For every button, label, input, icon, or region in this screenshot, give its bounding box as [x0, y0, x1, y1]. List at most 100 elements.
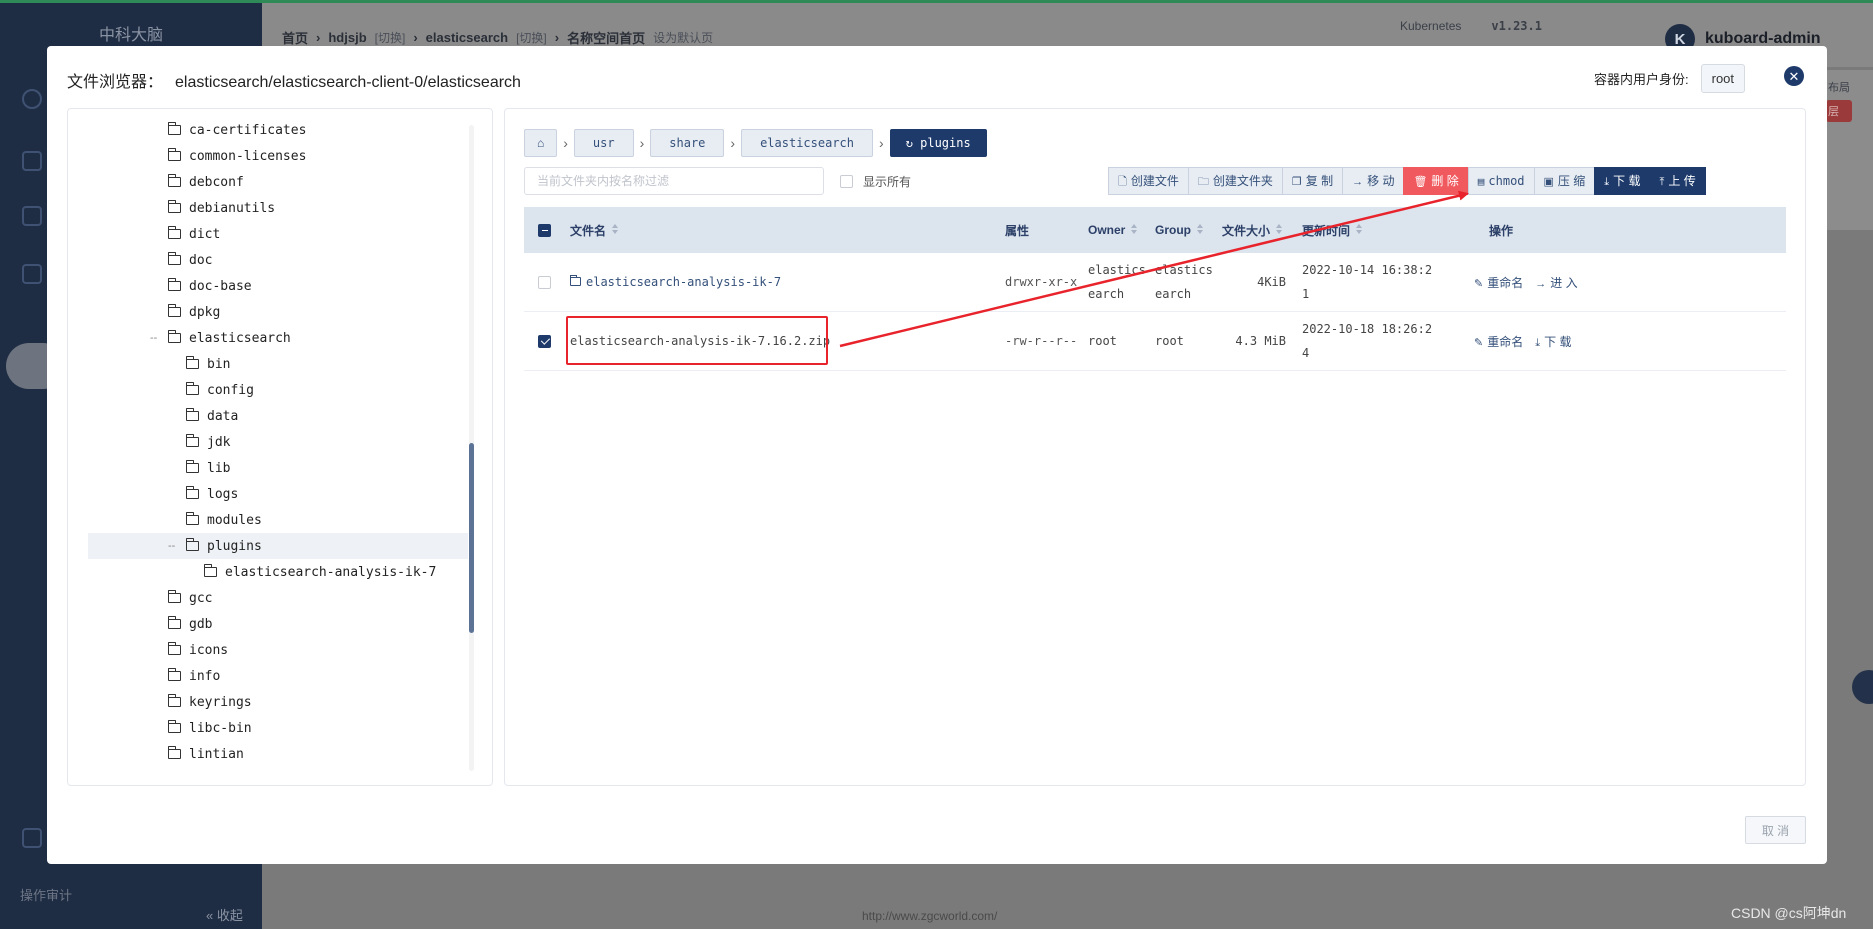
sidebar-item-audit[interactable]: 操作审计	[20, 885, 72, 904]
crumb-elasticsearch[interactable]: elasticsearch	[741, 129, 873, 157]
folder-icon	[168, 720, 181, 733]
tree-node[interactable]: debconf	[68, 169, 468, 195]
settings-icon[interactable]	[22, 89, 42, 109]
file-toolbar: 🗋 创建文件 🗀 创建文件夹 ❐ 复 制 → 移 动 🗑 删 除 ▤ chmod ▣ 压 缩 …	[1108, 167, 1706, 195]
chmod-button[interactable]: ▤ chmod	[1467, 167, 1535, 195]
row-checkbox[interactable]	[538, 275, 551, 289]
download-file-button[interactable]: ⤓ 下 载	[1535, 333, 1571, 350]
row-group: root	[1155, 334, 1184, 348]
name-filter-input[interactable]	[524, 167, 824, 195]
tree-scrollbar[interactable]	[469, 125, 474, 771]
tree-node[interactable]: logs	[68, 481, 468, 507]
crumb-usr[interactable]: usr	[573, 129, 634, 157]
crumb-switch[interactable]: [切换]	[375, 29, 406, 46]
folder-icon	[168, 278, 181, 291]
row-checkbox[interactable]	[538, 334, 551, 348]
apps-icon[interactable]	[22, 264, 42, 284]
tree-node[interactable]: info	[68, 663, 468, 689]
enter-button[interactable]: → 进 入	[1535, 274, 1577, 291]
show-all-toggle[interactable]: 显示所有	[840, 173, 911, 190]
crumb-namespace[interactable]: elasticsearch	[426, 30, 508, 45]
home-icon[interactable]: ⌂	[524, 129, 558, 157]
sidebar-collapse-button[interactable]: « 收起	[206, 905, 243, 924]
col-mtime[interactable]: 更新时间	[1302, 207, 1363, 253]
tree-node[interactable]: doc-base	[68, 273, 468, 299]
folder-icon	[186, 486, 199, 499]
tree-node-label: modules	[207, 513, 262, 528]
tree-node[interactable]: lintian	[68, 741, 468, 767]
crumb-share[interactable]: share	[650, 129, 725, 157]
tree-node[interactable]: common-licenses	[68, 143, 468, 169]
download-button[interactable]: ⤓ 下 载	[1594, 167, 1651, 195]
tree-node[interactable]: -- plugins	[88, 533, 468, 559]
tree-node[interactable]: gdb	[68, 611, 468, 637]
sort-icon[interactable]	[1131, 224, 1138, 236]
tree-node[interactable]: dict	[68, 221, 468, 247]
copy-icon: ❐	[1291, 176, 1302, 188]
compress-button[interactable]: ▣ 压 缩	[1533, 167, 1596, 195]
tree-node[interactable]: lib	[68, 455, 468, 481]
storage-icon[interactable]	[22, 206, 42, 226]
delete-button[interactable]: 🗑 删 除	[1403, 167, 1469, 195]
create-folder-button[interactable]: 🗀 创建文件夹	[1187, 167, 1283, 195]
cancel-button[interactable]: 取 消	[1745, 816, 1806, 844]
set-default-link[interactable]: 设为默认页	[653, 29, 713, 46]
tree-node-label: lintian	[189, 747, 244, 762]
tree-scroll-thumb[interactable]	[469, 443, 474, 633]
table-header: 文件名 属性 Owner Group 文件大小 更新时间 操作	[524, 207, 1786, 253]
move-button[interactable]: → 移 动	[1342, 167, 1405, 195]
col-group[interactable]: Group	[1155, 207, 1204, 253]
tree-node[interactable]: bin	[68, 351, 468, 377]
select-all-checkbox[interactable]	[538, 223, 551, 237]
crumb-current-plugins[interactable]: ↻ plugins	[889, 129, 987, 157]
create-file-button[interactable]: 🗋 创建文件	[1108, 167, 1189, 195]
close-icon[interactable]: ✕	[1784, 66, 1804, 86]
tree-node[interactable]: libc-bin	[68, 715, 468, 741]
row-filename[interactable]: elasticsearch-analysis-ik-7.16.2.zip	[570, 312, 830, 370]
tree-node[interactable]: modules	[68, 507, 468, 533]
expand-toggle-icon[interactable]: --	[168, 533, 175, 559]
tree-node[interactable]: dpkg	[68, 299, 468, 325]
tree-node[interactable]: data	[68, 403, 468, 429]
layout-label[interactable]: 布局	[1828, 79, 1850, 95]
col-size[interactable]: 文件大小	[1222, 207, 1283, 253]
rename-button[interactable]: ✎ 重命名	[1474, 333, 1523, 350]
folder-icon	[186, 512, 199, 525]
tree-node[interactable]: jdk	[68, 429, 468, 455]
col-name[interactable]: 文件名	[570, 207, 619, 253]
identity-value[interactable]: root	[1700, 64, 1746, 93]
tree-node[interactable]: icons	[68, 637, 468, 663]
sort-icon[interactable]	[612, 224, 619, 236]
sort-icon[interactable]	[1356, 224, 1363, 236]
table-row[interactable]: elasticsearch-analysis-ik-7.16.2.zip -rw…	[524, 312, 1786, 371]
tree-node-label: lib	[207, 461, 231, 476]
crumb-switch[interactable]: [切换]	[516, 29, 547, 46]
show-all-checkbox[interactable]	[840, 175, 853, 188]
rename-button[interactable]: ✎ 重命名	[1474, 274, 1523, 291]
col-owner[interactable]: Owner	[1088, 207, 1138, 253]
chat-float-button[interactable]	[1852, 670, 1873, 704]
tree-node[interactable]: -- elasticsearch	[68, 325, 468, 351]
lock-icon[interactable]	[22, 828, 42, 848]
sort-icon[interactable]	[1276, 224, 1283, 236]
crumb-ns-home[interactable]: 名称空间首页	[567, 28, 645, 47]
folder-link[interactable]: elasticsearch-analysis-ik-7	[570, 275, 781, 289]
copy-button[interactable]: ❐ 复 制	[1281, 167, 1344, 195]
crumb-cluster[interactable]: hdjsjb	[328, 30, 366, 45]
sort-icon[interactable]	[1197, 224, 1204, 236]
row-owner: root	[1088, 334, 1117, 348]
tree-node[interactable]: gcc	[68, 585, 468, 611]
expand-toggle-icon[interactable]: --	[150, 325, 157, 351]
tree-node[interactable]: ca-certificates	[68, 117, 468, 143]
link-icon[interactable]	[22, 151, 42, 171]
crumb-home[interactable]: 首页	[282, 28, 308, 47]
tree-node[interactable]: doc	[68, 247, 468, 273]
tree-node[interactable]: keyrings	[68, 689, 468, 715]
upload-button[interactable]: ⤒ 上 传	[1649, 167, 1706, 195]
tree-node[interactable]: elasticsearch-analysis-ik-7	[68, 559, 468, 585]
tree-node[interactable]: config	[68, 377, 468, 403]
table-row[interactable]: elasticsearch-analysis-ik-7 drwxr-xr-x e…	[524, 253, 1786, 312]
file-browser-dialog: 文件浏览器： elasticsearch/elasticsearch-client…	[47, 46, 1827, 864]
refresh-icon: ↻	[905, 136, 921, 150]
tree-node[interactable]: debianutils	[68, 195, 468, 221]
